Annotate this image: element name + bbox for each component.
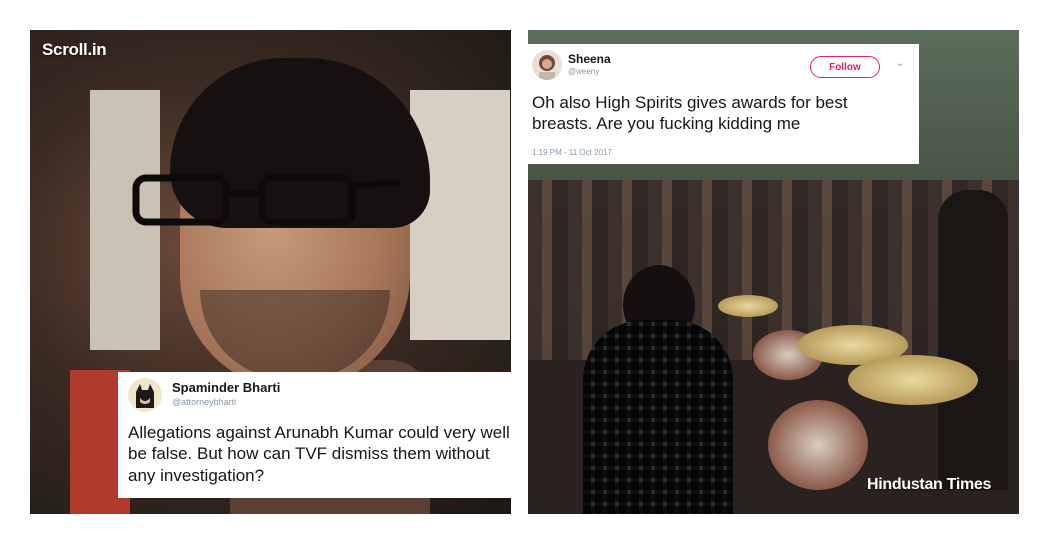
drummer <box>583 320 733 514</box>
tweet-card-left: Spaminder Bharti @attorneybharti Allegat… <box>118 372 512 498</box>
tweet-author-name: Spaminder Bharti <box>172 380 281 395</box>
batman-avatar-icon <box>128 378 162 412</box>
follow-button[interactable]: Follow <box>810 56 880 78</box>
cymbal <box>718 295 778 317</box>
drum <box>768 400 868 490</box>
tweet-timestamp: 1:19 PM - 11 Oct 2017 <box>532 148 612 157</box>
guitarist <box>938 190 1008 490</box>
tweet-author-handle: @weeny <box>568 67 600 76</box>
tweet-card-right: Sheena @weeny Follow ⌄ Oh also High Spir… <box>528 44 919 164</box>
eyeglasses <box>132 174 401 226</box>
tweet-text: Oh also High Spirits gives awards for be… <box>532 93 848 134</box>
scroll-watermark: Scroll.in <box>42 40 107 59</box>
tweet-author-name: Sheena <box>568 52 611 66</box>
chevron-down-icon[interactable]: ⌄ <box>896 58 906 69</box>
background-poster <box>410 90 510 340</box>
tweet-author-handle: @attorneybharti <box>172 397 237 407</box>
user-avatar-icon <box>532 50 562 80</box>
hindustan-times-watermark: Hindustan Times <box>867 476 992 493</box>
cymbal <box>848 355 978 405</box>
tweet-text: Allegations against Arunabh Kumar could … <box>128 423 510 485</box>
